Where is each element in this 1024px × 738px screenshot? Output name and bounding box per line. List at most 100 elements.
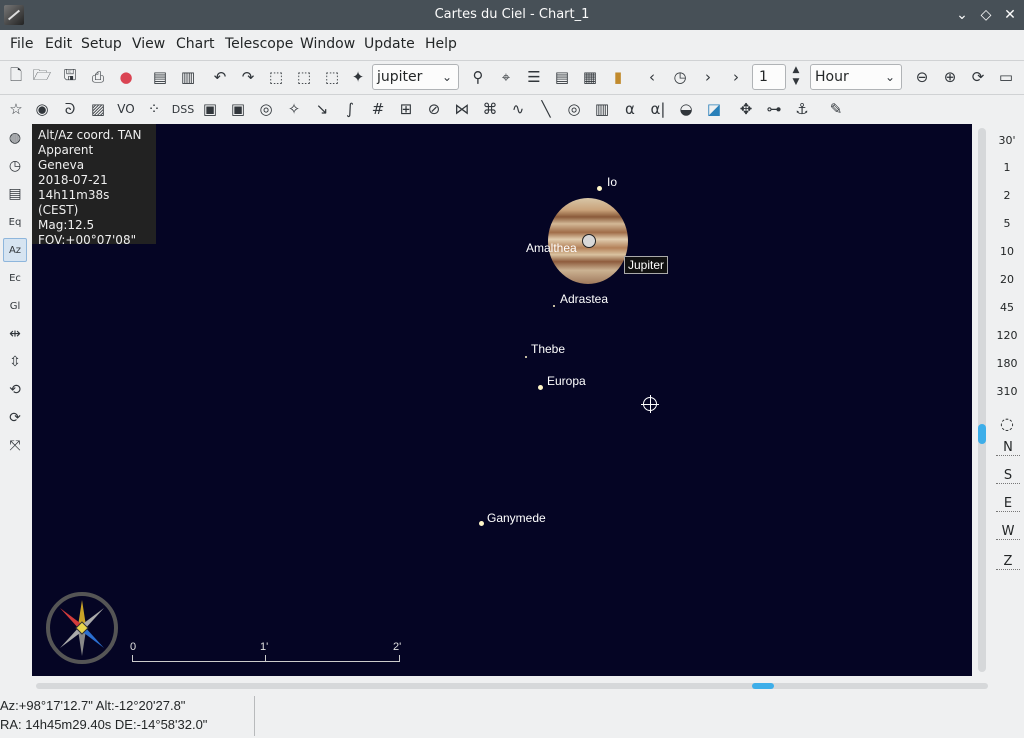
pan-icon[interactable]: ✥	[734, 97, 758, 121]
horizontal-scroll-thumb[interactable]	[752, 683, 774, 689]
window-layout-icon[interactable]: ▭	[994, 65, 1018, 89]
layout-vertical-icon[interactable]: ▥	[176, 65, 200, 89]
dss-button[interactable]: DSS	[170, 97, 196, 121]
horizon-icon[interactable]: ◒	[674, 97, 698, 121]
color-icon[interactable]: ◪	[702, 97, 726, 121]
menu-update[interactable]: Update	[364, 36, 415, 52]
milky-way-icon[interactable]: ∫	[338, 97, 362, 121]
add-chart-icon[interactable]: ⊕	[938, 65, 962, 89]
next-icon[interactable]: ›	[724, 65, 748, 89]
menu-help[interactable]: Help	[425, 36, 457, 52]
view-south-button[interactable]: S	[996, 468, 1020, 484]
step-spinbox[interactable]: 1	[752, 64, 786, 90]
fov-button-20[interactable]: 20	[994, 273, 1020, 286]
circle-icon[interactable]: ◎	[562, 97, 586, 121]
io-moon[interactable]	[597, 186, 602, 191]
nebula-icon[interactable]: ᘐ	[58, 97, 82, 121]
ecliptic-mode-button[interactable]: Ec	[3, 266, 27, 290]
animation-icon[interactable]: ▮	[606, 65, 630, 89]
fov-button-1[interactable]: 1	[994, 161, 1020, 174]
locate-icon[interactable]: ⌖	[494, 65, 518, 89]
link-icon[interactable]: ⊶	[762, 97, 786, 121]
fov-button-180[interactable]: 180	[994, 357, 1020, 370]
rotate-right-icon[interactable]: ⟳	[3, 406, 27, 430]
time-unit-combo[interactable]: Hour ⌄	[810, 64, 902, 90]
rotate-reset-icon[interactable]: ⤧	[3, 434, 27, 458]
view-zenith-button[interactable]: Z	[996, 554, 1020, 570]
search-combo[interactable]: jupiter ⌄	[372, 64, 459, 90]
alpha-button[interactable]: α	[618, 97, 642, 121]
constellation-icon[interactable]: ⋈	[450, 97, 474, 121]
details-icon[interactable]: ▤	[550, 65, 574, 89]
flip-vertical-icon[interactable]: ⇳	[3, 350, 27, 374]
chart-info-icon[interactable]: ▤	[3, 182, 27, 206]
fov-button-310[interactable]: 310	[994, 385, 1020, 398]
undo-icon[interactable]: ↶	[208, 65, 232, 89]
delete-chart-icon[interactable]: ⊖	[910, 65, 934, 89]
image-icon[interactable]: ▨	[86, 97, 110, 121]
new-chart-icon[interactable]: 🗋	[4, 65, 28, 89]
ecliptic-icon[interactable]: ∿	[506, 97, 530, 121]
anchor-icon[interactable]: ⚓	[790, 97, 814, 121]
fov-button-120[interactable]: 120	[994, 329, 1020, 342]
minimize-button[interactable]: ⌄	[952, 5, 972, 25]
equatorial-mode-button[interactable]: Eq	[3, 210, 27, 234]
horizontal-scrollbar[interactable]	[36, 683, 988, 689]
fov-button-30min[interactable]: 30'	[994, 134, 1020, 147]
save-icon[interactable]: 🖫	[58, 65, 82, 89]
alpha-labels-button[interactable]: α|	[646, 97, 670, 121]
camera-icon[interactable]: ▣	[226, 97, 250, 121]
zoom-in-icon[interactable]: ⬚	[264, 65, 288, 89]
thebe-moon[interactable]	[525, 356, 527, 358]
photo-icon[interactable]: ▣	[198, 97, 222, 121]
stars-icon[interactable]: ✦	[346, 65, 370, 89]
location-pin-icon[interactable]: ●	[114, 65, 138, 89]
refresh-chart-icon[interactable]: ⟳	[966, 65, 990, 89]
calendar-icon[interactable]: ▦	[578, 65, 602, 89]
amalthea-disk[interactable]	[582, 234, 596, 248]
asteroid-icon[interactable]: ✧	[282, 97, 306, 121]
menu-file[interactable]: File	[10, 36, 33, 52]
clock-icon[interactable]: ◷	[668, 65, 692, 89]
star-icon[interactable]: ☆	[4, 97, 28, 121]
menu-chart[interactable]: Chart	[176, 36, 214, 52]
vertical-scrollbar[interactable]	[978, 128, 986, 672]
step-back-icon[interactable]: ‹	[640, 65, 664, 89]
constellation-boundary-icon[interactable]: ⌘	[478, 97, 502, 121]
step-forward-icon[interactable]: ›	[696, 65, 720, 89]
view-west-button[interactable]: W	[996, 524, 1020, 540]
search-icon[interactable]: ⚲	[466, 65, 490, 89]
view-east-button[interactable]: E	[996, 496, 1020, 512]
alt-az-grid-icon[interactable]: ⊞	[394, 97, 418, 121]
target-icon[interactable]: ◎	[254, 97, 278, 121]
europa-moon[interactable]	[538, 385, 543, 390]
comet-icon[interactable]: ↘	[310, 97, 334, 121]
fov-button-2[interactable]: 2	[994, 189, 1020, 202]
ganymede-moon[interactable]	[479, 521, 484, 526]
vo-button[interactable]: VO	[114, 97, 138, 121]
compass-icon[interactable]: ⊘	[422, 97, 446, 121]
fov-button-10[interactable]: 10	[994, 245, 1020, 258]
altaz-mode-button[interactable]: Az	[3, 238, 27, 262]
close-button[interactable]: ✕	[1000, 5, 1020, 25]
open-icon[interactable]: 🗁	[30, 65, 54, 89]
fov-button-5[interactable]: 5	[994, 217, 1020, 230]
menu-edit[interactable]: Edit	[45, 36, 72, 52]
list-icon[interactable]: ☰	[522, 65, 546, 89]
flip-horizontal-icon[interactable]: ⇹	[3, 322, 27, 346]
zoom-box-icon[interactable]: ⬚	[320, 65, 344, 89]
redo-icon[interactable]: ↷	[236, 65, 260, 89]
adrastea-moon[interactable]	[553, 305, 555, 307]
layout-horizontal-icon[interactable]: ▤	[148, 65, 172, 89]
fov-button-45[interactable]: 45	[994, 301, 1020, 314]
sky-view-icon[interactable]: ◌	[994, 414, 1020, 433]
time-icon[interactable]: ◷	[3, 154, 27, 178]
zoom-out-icon[interactable]: ⬚	[292, 65, 316, 89]
spin-arrows-icon[interactable]: ▲ ▼	[788, 64, 804, 90]
print-icon[interactable]: ⎙	[86, 65, 110, 89]
menu-view[interactable]: View	[132, 36, 165, 52]
ruler-icon[interactable]: ▥	[590, 97, 614, 121]
menu-telescope[interactable]: Telescope	[225, 36, 293, 52]
edit-icon[interactable]: ✎	[824, 97, 848, 121]
equator-icon[interactable]: ╲	[534, 97, 558, 121]
